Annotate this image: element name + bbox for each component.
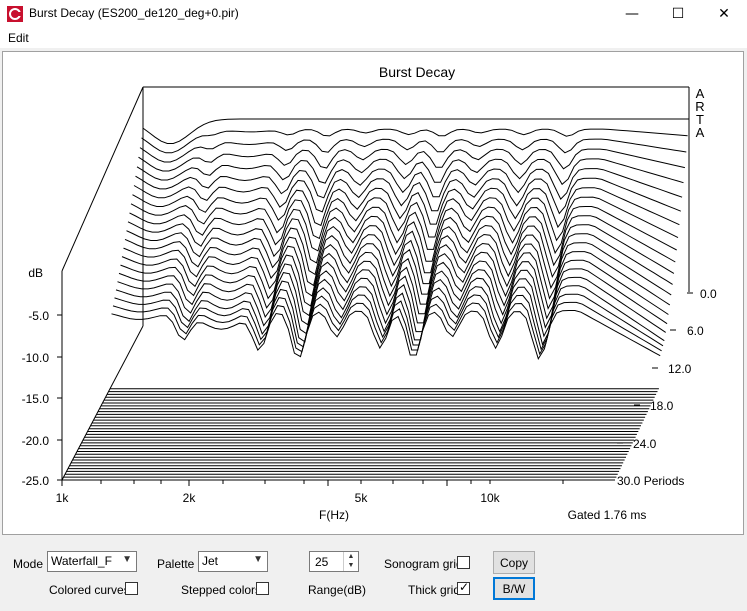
maximize-icon: ☐ <box>671 6 685 22</box>
depth-tick-label: 6.0 <box>687 324 704 338</box>
bw-button[interactable]: B/W <box>493 577 535 600</box>
waterfall-slice <box>130 196 679 242</box>
y-axis-label: dB <box>28 266 43 280</box>
burst-decay-chart: Burst Decay A R T A dB -5.0 -10.0 -15.0 … <box>22 64 717 522</box>
watermark-letter: A <box>696 125 705 140</box>
mode-select[interactable]: Waterfall_F ▼ <box>47 551 137 572</box>
close-button[interactable]: ✕ <box>701 0 747 28</box>
stepped-colors-checkbox[interactable] <box>256 582 269 595</box>
stepper-up-icon[interactable]: ▲ <box>344 552 358 561</box>
x-tick-label: 10k <box>480 491 500 505</box>
stepped-colors-label: Stepped colors <box>181 583 262 597</box>
y-tick-label: -25.0 <box>22 474 50 488</box>
range-stepper[interactable]: 25 ▲ ▼ <box>309 551 359 572</box>
colored-curves-label: Colored curves <box>49 583 130 597</box>
waterfall-slice <box>136 158 684 186</box>
title-bar: Burst Decay (ES200_de120_deg+0.pir) — ☐ … <box>0 0 747 28</box>
gated-annotation: Gated 1.76 ms <box>568 508 647 522</box>
sonogram-grid-checkbox[interactable] <box>457 556 470 569</box>
mode-value: Waterfall_F <box>51 554 112 568</box>
x-axis-label: F(Hz) <box>319 508 349 522</box>
y-tick-label: -20.0 <box>22 434 50 448</box>
plot-area: Burst Decay A R T A dB -5.0 -10.0 -15.0 … <box>2 51 744 535</box>
chart-title: Burst Decay <box>379 64 455 80</box>
thick-grid-label: Thick grid <box>408 583 461 597</box>
range-label: Range(dB) <box>308 583 367 597</box>
minimize-button[interactable]: — <box>609 0 655 28</box>
x-tick-label: 5k <box>355 491 369 505</box>
y-tick-label: -10.0 <box>22 351 50 365</box>
palette-value: Jet <box>202 554 219 568</box>
menu-edit[interactable]: Edit <box>8 31 29 45</box>
app-icon <box>7 6 23 22</box>
chevron-down-icon: ▼ <box>122 554 132 565</box>
depth-tick-label: 0.0 <box>700 287 717 301</box>
waterfall-slice <box>132 187 680 229</box>
maximize-button[interactable]: ☐ <box>655 0 701 28</box>
sonogram-grid-label: Sonogram grid <box>384 557 463 571</box>
depth-edge-top <box>61 86 144 272</box>
palette-label: Palette <box>157 557 195 571</box>
bw-button-label: B/W <box>502 581 526 596</box>
chevron-down-icon: ▼ <box>253 554 263 565</box>
mode-label: Mode <box>13 557 44 571</box>
window-title: Burst Decay (ES200_de120_deg+0.pir) <box>29 6 239 20</box>
close-icon: ✕ <box>718 6 730 22</box>
depth-tick-label: 30.0 Periods <box>617 474 684 488</box>
copy-button-label: Copy <box>499 555 528 570</box>
colored-curves-checkbox[interactable] <box>125 582 138 595</box>
stepper-buttons: ▲ ▼ <box>343 552 358 571</box>
x-tick-label: 2k <box>183 491 197 505</box>
palette-select[interactable]: Jet ▼ <box>198 551 268 572</box>
range-value: 25 <box>315 555 329 569</box>
stepper-down-icon[interactable]: ▼ <box>344 561 358 570</box>
depth-tick-label: 12.0 <box>668 362 692 376</box>
waterfall-slice <box>118 268 668 329</box>
minimize-icon: — <box>625 6 639 22</box>
y-tick-label: -5.0 <box>28 309 49 323</box>
waterfall-slice <box>120 259 669 320</box>
x-tick-label: 1k <box>56 491 70 505</box>
y-tick-label: -15.0 <box>22 392 50 406</box>
menu-bar: Edit <box>0 28 747 48</box>
depth-tick-label: 18.0 <box>650 399 674 413</box>
depth-tick-label: 24.0 <box>633 437 657 451</box>
copy-button[interactable]: Copy <box>493 551 535 574</box>
controls-panel: Mode Waterfall_F ▼ Palette Jet ▼ 25 ▲ ▼ … <box>0 537 747 611</box>
thick-grid-checkbox[interactable] <box>457 580 470 595</box>
